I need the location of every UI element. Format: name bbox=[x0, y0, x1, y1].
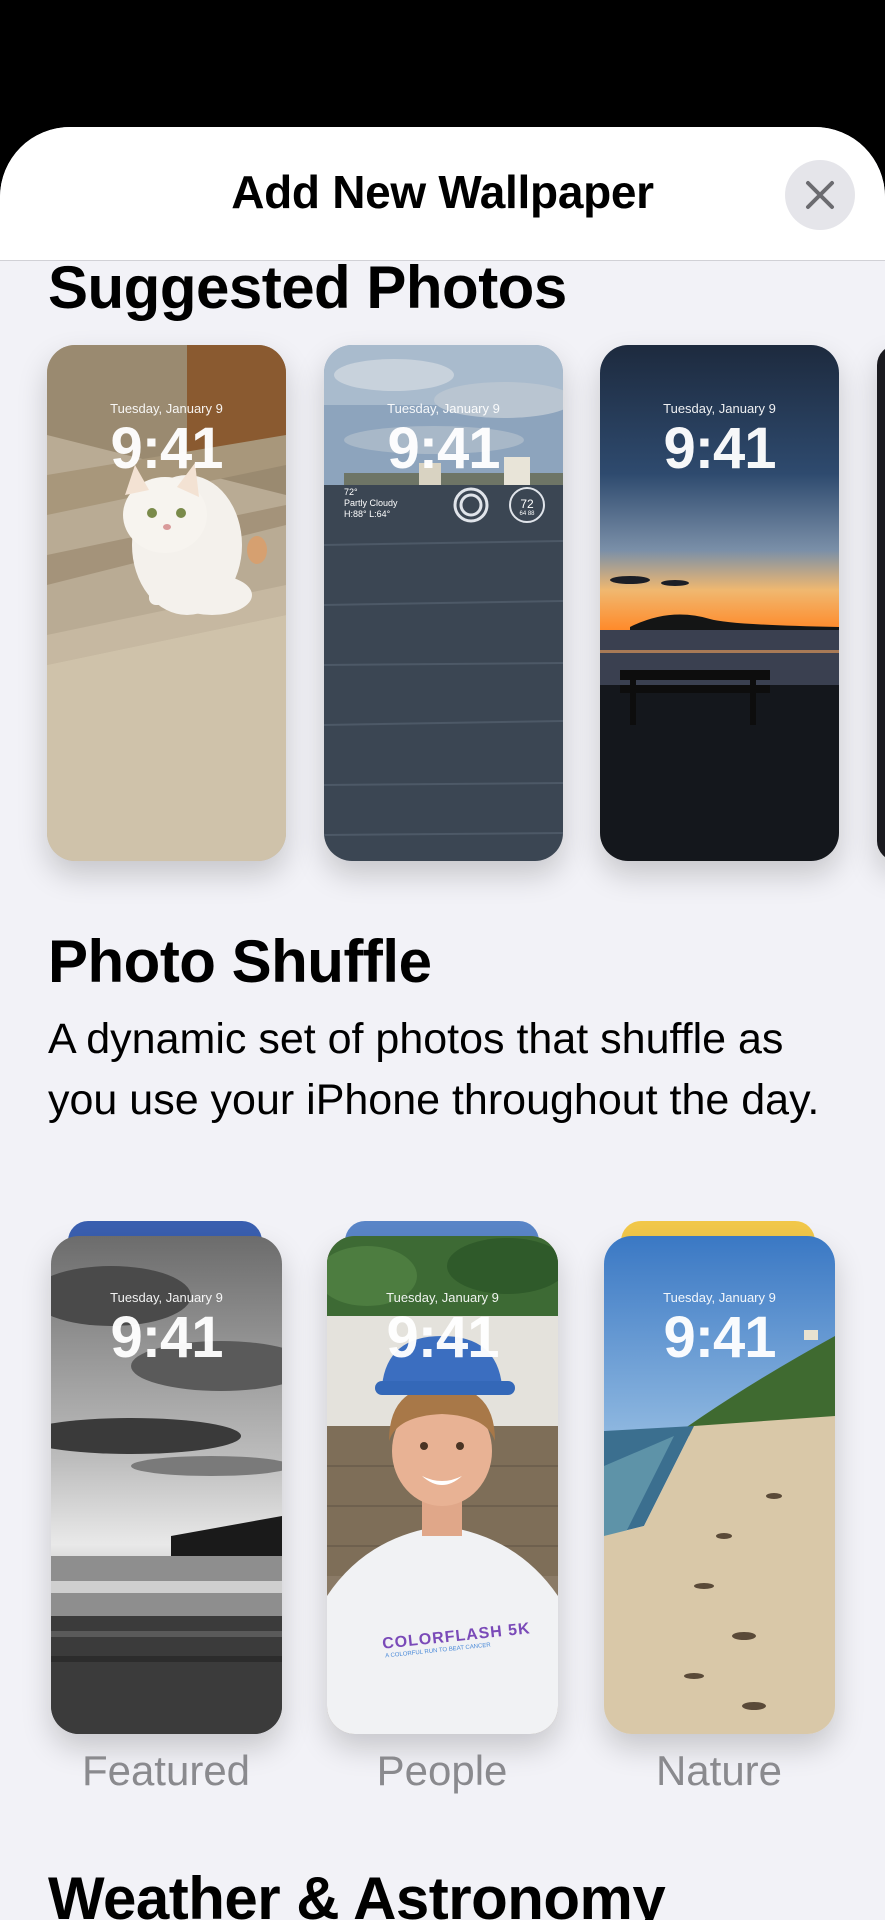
suggested-photo-sunset[interactable]: Tuesday, January 9 9:41 bbox=[600, 345, 839, 861]
weather-astronomy-title: Weather & Astronomy bbox=[48, 1865, 666, 1920]
featured-label: Featured bbox=[81, 1747, 251, 1794]
suggested-photo-water[interactable]: Tuesday, January 9 9:41 72° Partly Cloud… bbox=[324, 345, 563, 861]
close-icon bbox=[806, 181, 834, 209]
lock-date: Tuesday, January 9 bbox=[387, 401, 500, 416]
nature-label: Nature bbox=[655, 1747, 783, 1794]
sheet-header: Add New Wallpaper bbox=[0, 127, 885, 261]
lock-time: 9:41 bbox=[110, 416, 223, 481]
lock-time: 9:41 bbox=[663, 416, 776, 481]
suggested-photo-cat[interactable]: Tuesday, January 9 9:41 bbox=[47, 345, 286, 861]
weather-condition: Partly Cloudy bbox=[344, 498, 398, 508]
sheet-title: Add New Wallpaper bbox=[231, 166, 654, 218]
lock-time: 9:41 bbox=[663, 1305, 776, 1370]
lock-date: Tuesday, January 9 bbox=[386, 1290, 499, 1305]
close-button[interactable] bbox=[785, 160, 855, 230]
weather-temp: 72° bbox=[344, 487, 358, 497]
nature-wallpaper: Tuesday, January 9 9:41 bbox=[604, 1236, 835, 1734]
temp-ring-value: 72 bbox=[520, 497, 534, 511]
photo-shuffle-description: A dynamic set of photos that shuffle as … bbox=[48, 1015, 820, 1124]
lock-date: Tuesday, January 9 bbox=[663, 401, 776, 416]
lock-date: Tuesday, January 9 bbox=[110, 1290, 223, 1305]
lock-time: 9:41 bbox=[387, 416, 500, 481]
lock-time: 9:41 bbox=[386, 1305, 499, 1370]
people-label: People bbox=[376, 1747, 508, 1794]
weather-range: H:88° L:64° bbox=[344, 509, 391, 519]
suggested-photo-next[interactable] bbox=[877, 345, 885, 861]
temp-ring-range: 64 88 bbox=[519, 511, 535, 517]
lock-time: 9:41 bbox=[110, 1305, 223, 1370]
photo-shuffle-title: Photo Shuffle bbox=[48, 928, 432, 995]
lock-date: Tuesday, January 9 bbox=[663, 1290, 776, 1305]
lock-date: Tuesday, January 9 bbox=[110, 401, 223, 416]
people-wallpaper: Tuesday, January 9 9:41 COLORFLASH 5K A … bbox=[327, 1236, 558, 1734]
suggested-photos-title: Suggested Photos bbox=[48, 254, 567, 321]
featured-wallpaper: Tuesday, January 9 9:41 bbox=[51, 1236, 282, 1734]
wallpaper-sheet: Add New Wallpaper Suggested Photos Tuesd… bbox=[0, 127, 885, 1920]
weather-widget: 72° Partly Cloudy H:88° L:64° bbox=[344, 487, 398, 520]
